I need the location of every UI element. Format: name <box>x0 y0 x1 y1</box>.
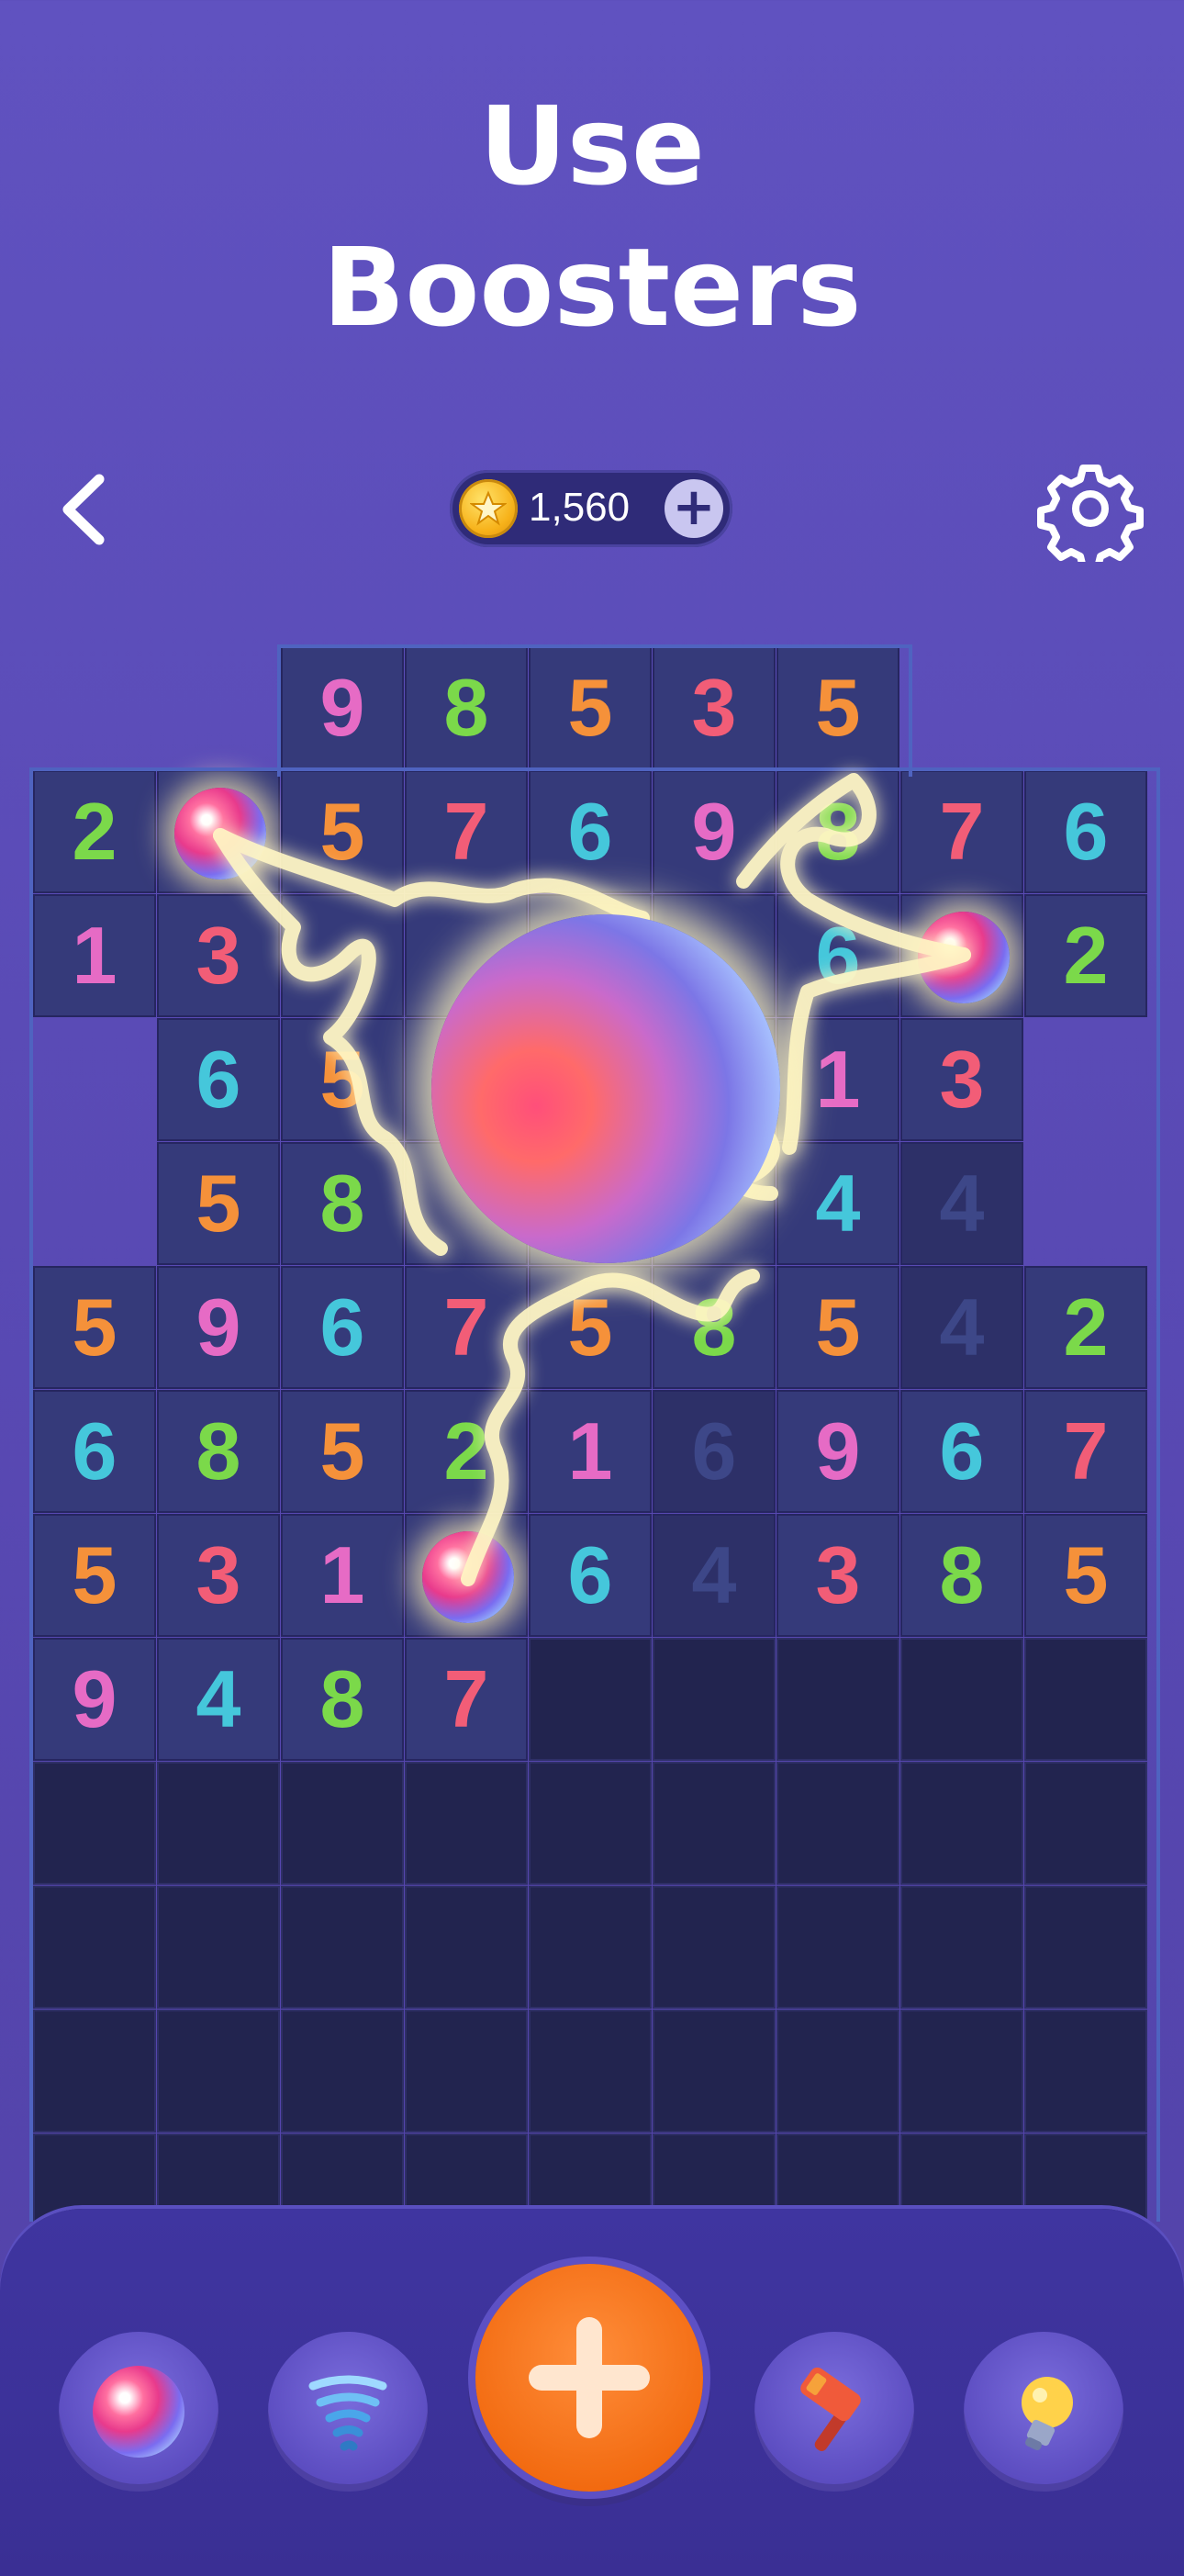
booster-hammer[interactable] <box>754 2332 914 2492</box>
booster-hint[interactable] <box>964 2332 1123 2492</box>
orb-icon <box>93 2366 184 2458</box>
plus-icon <box>529 2317 650 2438</box>
booster-color-orb[interactable] <box>59 2332 218 2492</box>
lightning-effect <box>213 773 971 1586</box>
booster-tornado[interactable] <box>268 2332 428 2492</box>
color-orb-burst <box>431 914 780 1263</box>
hammer-icon <box>800 2367 861 2451</box>
add-numbers-button[interactable] <box>475 2264 703 2492</box>
lightbulb-icon <box>1022 2377 1073 2451</box>
tornado-icon <box>308 2375 387 2451</box>
